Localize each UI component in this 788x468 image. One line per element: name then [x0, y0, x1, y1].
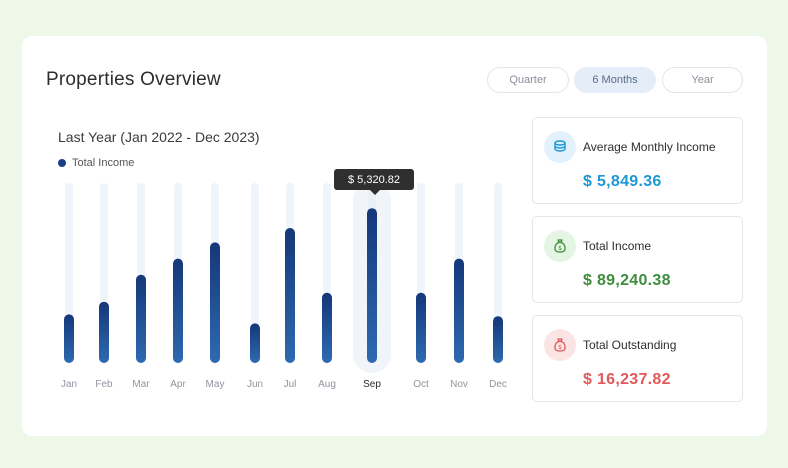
x-tick-label: Dec: [489, 379, 507, 390]
x-tick-label: Feb: [95, 379, 113, 390]
x-tick-label: Oct: [413, 379, 429, 390]
tab-year[interactable]: Year: [662, 67, 743, 93]
stat-value: $ 89,240.38: [583, 272, 671, 289]
stat-label: Total Income: [583, 239, 652, 253]
bar-jun[interactable]: [250, 323, 260, 363]
x-tick-label: Aug: [318, 379, 336, 390]
bar-may[interactable]: [210, 242, 220, 363]
stat-value: $ 16,237.82: [583, 371, 671, 388]
income-bar-chart: Jan Feb Mar Apr May Jun Jul Aug Sep Oct Nov Dec: [61, 181, 507, 390]
tab-6-months[interactable]: 6 Months: [574, 67, 656, 93]
bar-jul[interactable]: [285, 228, 295, 363]
stat-label: Average Monthly Income: [583, 140, 716, 154]
money-bag-icon: $: [544, 329, 576, 361]
bar-apr[interactable]: [173, 258, 183, 363]
x-tick-label: Jun: [247, 379, 263, 390]
svg-text:$: $: [558, 245, 562, 252]
money-bag-icon: $: [544, 230, 576, 262]
bar-mar[interactable]: [136, 274, 146, 363]
x-tick-label: Sep: [363, 379, 381, 390]
bar-nov[interactable]: [454, 258, 464, 363]
bar-oct[interactable]: [416, 292, 426, 363]
svg-text:$: $: [558, 344, 562, 351]
x-tick-label: May: [206, 379, 225, 390]
x-tick-label: Jul: [284, 379, 297, 390]
x-tick-label: Jan: [61, 379, 77, 390]
total-income-card: $ Total Income $ 89,240.38: [532, 216, 743, 303]
bar-tooltip: $ 5,320.82: [334, 169, 414, 195]
bar-sep[interactable]: [367, 208, 377, 363]
coins-icon: [544, 131, 576, 163]
bar-dec[interactable]: [493, 316, 503, 363]
stat-value: $ 5,849.36: [583, 173, 662, 190]
stat-label: Total Outstanding: [583, 338, 677, 352]
x-tick-label: Mar: [132, 379, 150, 390]
bar-jan[interactable]: [64, 314, 74, 363]
bar-aug[interactable]: [322, 292, 332, 363]
total-outstanding-card: $ Total Outstanding $ 16,237.82: [532, 315, 743, 402]
average-monthly-income-card: Average Monthly Income $ 5,849.36: [532, 117, 743, 204]
x-tick-label: Apr: [170, 379, 186, 390]
x-tick-label: Nov: [450, 379, 468, 390]
properties-overview-card: Properties Overview Quarter 6 Months Yea…: [22, 36, 767, 436]
bar-feb[interactable]: [99, 301, 109, 363]
